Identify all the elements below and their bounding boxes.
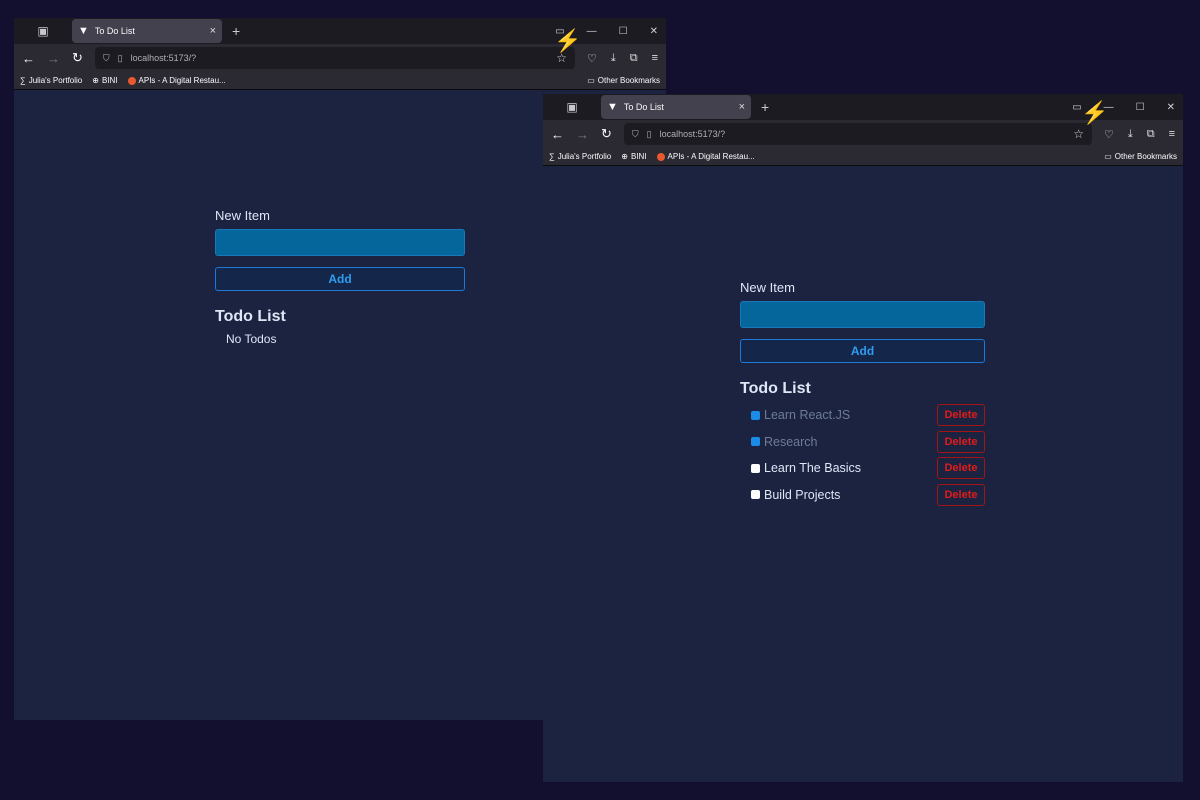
site-icon [127, 76, 136, 85]
page-icon: ▯ [117, 52, 123, 63]
bookmark-item[interactable]: ∑ Julia's Portfolio [20, 76, 82, 85]
reload-icon[interactable]: ↻ [601, 126, 612, 142]
todo-checkbox[interactable] [751, 437, 760, 447]
delete-button[interactable]: Delete [937, 457, 985, 480]
shield-icon: ⛉ [102, 52, 110, 63]
close-window-icon[interactable]: ✕ [1167, 102, 1175, 113]
other-bookmarks[interactable]: ▭ Other Bookmarks [587, 76, 660, 85]
bookmarks-bar: ∑ Julia's Portfolio ⊕ BINI APIs - A Digita… [543, 148, 1183, 166]
todo-title: Learn The Basics [764, 461, 862, 476]
delete-button[interactable]: Delete [937, 404, 985, 427]
back-icon[interactable]: ← [551, 127, 564, 142]
todo-app: New Item Add Todo List Learn React.JS De… [740, 280, 985, 508]
add-button[interactable]: Add [740, 339, 985, 363]
todo-title: Research [764, 434, 818, 449]
url-text: localhost:5173/? [659, 129, 726, 139]
todo-list: Learn React.JS Delete Research Delete Le… [740, 402, 985, 508]
tab-todo[interactable]: ▼ To Do List × [72, 19, 222, 43]
todo-item: Research Delete [740, 429, 985, 456]
bookmark-item[interactable]: APIs - A Digital Restau... [127, 76, 226, 85]
todo-title: Build Projects [764, 487, 841, 502]
url-text: localhost:5173/? [130, 53, 197, 63]
menu-icon[interactable]: ≡ [1169, 128, 1175, 141]
new-item-input[interactable] [740, 301, 985, 328]
close-tab-icon[interactable]: × [739, 101, 745, 113]
maximize-icon[interactable]: ☐ [1136, 102, 1145, 113]
url-bar[interactable]: ⛉ ▯ localhost:5173/? ☆ [94, 47, 575, 69]
add-button[interactable]: Add [215, 267, 465, 291]
new-tab-icon[interactable]: + [232, 23, 240, 39]
new-item-label: New Item [215, 208, 270, 223]
shield-icon: ⛉ [631, 128, 639, 139]
todo-checkbox[interactable] [751, 490, 760, 500]
browser-window-filled: ▣ ▼ To Do List × + ▭ — ☐ ✕ ← → ↻ ⛉ ▯ loc… [543, 94, 1183, 782]
bookmark-item[interactable]: ∑ Julia's Portfolio [549, 152, 611, 161]
bookmarks-bar: ∑ Julia's Portfolio ⊕ BINI APIs - A Digita… [14, 72, 666, 90]
tab-todo[interactable]: ▼ To Do List × [601, 95, 751, 119]
delete-button[interactable]: Delete [937, 483, 985, 506]
extensions-icon[interactable]: ⧉ [1147, 128, 1155, 141]
new-item-input[interactable] [215, 229, 465, 256]
bookmark-item[interactable]: APIs - A Digital Restau... [656, 152, 755, 161]
close-window-icon[interactable]: ✕ [650, 26, 658, 37]
maximize-icon[interactable]: ☐ [619, 26, 628, 37]
folder-icon: ▭ [587, 76, 595, 85]
minimize-icon[interactable]: — [587, 26, 597, 37]
bookmark-item[interactable]: ⊕ BINI [92, 76, 117, 85]
pocket-icon[interactable]: ♡ [1104, 128, 1114, 141]
pikachu-cursor-icon: ⚡ [1081, 100, 1109, 125]
todo-item: Build Projects Delete [740, 482, 985, 509]
back-icon[interactable]: ← [22, 51, 35, 66]
vite-icon: ▼ [78, 25, 89, 37]
tab-overview-icon[interactable]: ▣ [543, 100, 601, 114]
todo-checkbox[interactable] [751, 463, 760, 473]
extensions-icon[interactable]: ⧉ [630, 52, 638, 65]
todo-item: Learn The Basics Delete [740, 455, 985, 482]
todo-item: Learn React.JS Delete [740, 402, 985, 429]
new-item-label: New Item [740, 280, 795, 295]
forward-icon[interactable]: → [576, 127, 589, 142]
pocket-icon[interactable]: ♡ [587, 52, 597, 65]
download-icon[interactable]: ⤓ [611, 52, 616, 65]
portfolio-icon: ∑ [549, 152, 555, 161]
tab-overview-icon[interactable]: ▣ [14, 24, 72, 38]
reload-icon[interactable]: ↻ [72, 50, 83, 66]
vite-icon: ▼ [607, 101, 618, 113]
other-bookmarks[interactable]: ▭ Other Bookmarks [1104, 152, 1177, 161]
folder-icon: ▭ [1104, 152, 1112, 161]
close-tab-icon[interactable]: × [210, 25, 216, 37]
globe-icon: ⊕ [92, 76, 99, 85]
tab-title: To Do List [94, 26, 135, 36]
todo-title: Learn React.JS [764, 408, 851, 423]
bookmark-item[interactable]: ⊕ BINI [621, 152, 646, 161]
bookmark-star-icon[interactable]: ☆ [1073, 127, 1084, 141]
todo-checkbox[interactable] [751, 410, 760, 420]
menu-icon[interactable]: ≡ [652, 52, 658, 65]
list-title: Todo List [215, 308, 286, 325]
empty-message: No Todos [226, 332, 277, 346]
todo-app: New Item Add Todo List No Todos [215, 208, 465, 346]
page-icon: ▯ [646, 128, 652, 139]
download-icon[interactable]: ⤓ [1128, 128, 1133, 141]
new-tab-icon[interactable]: + [761, 99, 769, 115]
delete-button[interactable]: Delete [937, 430, 985, 453]
forward-icon[interactable]: → [47, 51, 60, 66]
portfolio-icon: ∑ [20, 76, 26, 85]
list-title: Todo List [740, 380, 811, 397]
globe-icon: ⊕ [621, 152, 628, 161]
tab-title: To Do List [623, 102, 664, 112]
url-bar[interactable]: ⛉ ▯ localhost:5173/? ☆ [623, 123, 1092, 145]
pikachu-cursor-icon: ⚡ [554, 28, 582, 53]
site-icon [656, 152, 665, 161]
